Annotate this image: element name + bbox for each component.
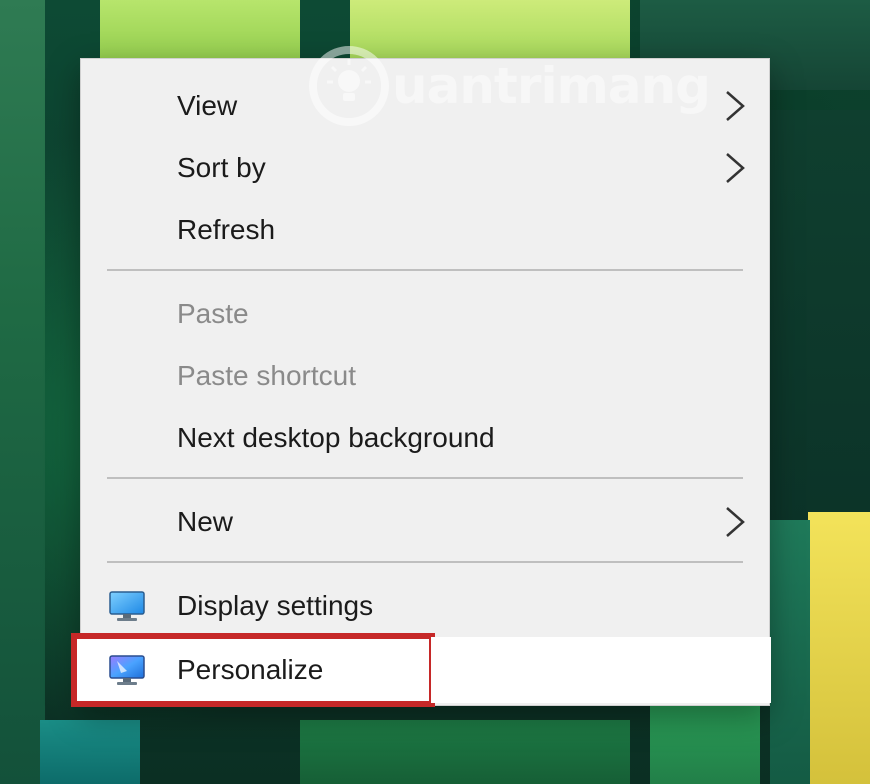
chevron-right-icon	[726, 507, 745, 537]
wallpaper-panel	[350, 0, 630, 60]
display-settings-icon	[109, 591, 145, 621]
menu-separator	[107, 561, 743, 563]
menu-item-label: Sort by	[177, 152, 266, 183]
chevron-right-icon	[726, 153, 745, 183]
menu-item-new[interactable]: New	[81, 491, 769, 553]
menu-item-display-settings[interactable]: Display settings	[81, 575, 769, 637]
wallpaper-panel	[300, 720, 630, 784]
menu-item-label: Paste	[177, 298, 249, 329]
wallpaper-panel	[40, 720, 140, 784]
menu-item-label: Personalize	[177, 654, 324, 685]
menu-item-view[interactable]: View	[81, 75, 769, 137]
menu-item-paste-shortcut: Paste shortcut	[81, 345, 769, 407]
menu-item-label: New	[177, 506, 234, 537]
desktop-context-menu: View Sort by Refresh Paste Paste shortcu…	[71, 58, 771, 707]
menu-separator	[107, 477, 743, 479]
wallpaper-panel	[650, 700, 760, 784]
menu-item-paste: Paste	[81, 283, 769, 345]
menu-item-refresh[interactable]: Refresh	[81, 199, 769, 261]
personalize-icon	[109, 655, 145, 685]
wallpaper-panel	[770, 520, 810, 784]
chevron-right-icon	[726, 91, 745, 121]
menu-item-sort-by[interactable]: Sort by	[81, 137, 769, 199]
wallpaper-panel	[770, 110, 870, 530]
menu-item-label: Display settings	[177, 590, 374, 621]
menu-item-label: View	[177, 90, 238, 121]
menu-separator	[107, 269, 743, 271]
menu-item-personalize[interactable]: Personalize	[71, 633, 435, 707]
menu-item-label: Paste shortcut	[177, 360, 356, 391]
wallpaper-panel	[808, 512, 870, 784]
menu-item-label: Refresh	[177, 214, 276, 245]
menu-item-next-desktop-background[interactable]: Next desktop background	[81, 407, 769, 469]
menu-item-label: Next desktop background	[177, 422, 495, 453]
wallpaper-panel	[0, 0, 45, 784]
wallpaper-panel	[100, 0, 300, 60]
personalize-row-highlight	[431, 637, 771, 703]
